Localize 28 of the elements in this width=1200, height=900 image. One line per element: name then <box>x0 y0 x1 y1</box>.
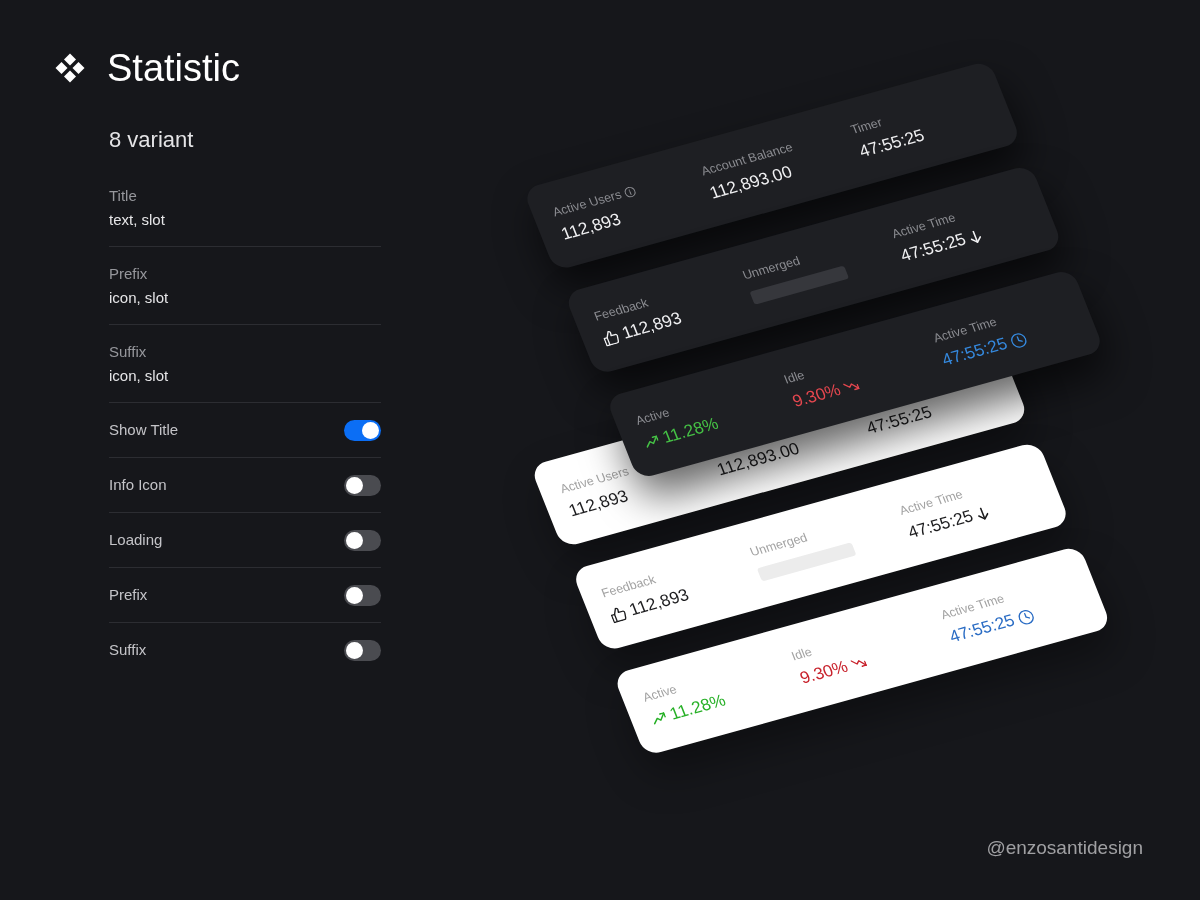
page-title: Statistic <box>107 46 241 91</box>
component-icon <box>55 53 85 83</box>
toggle-switch[interactable] <box>344 474 381 496</box>
toggle-label: Show Title <box>109 420 179 440</box>
toggle-label: Loading <box>109 530 163 550</box>
clock-icon <box>1008 331 1029 349</box>
author-handle: @enzosantidesign <box>986 836 1143 860</box>
toggle-switch[interactable] <box>344 529 381 551</box>
clock-icon <box>1016 607 1037 626</box>
property-value: icon, slot <box>109 288 169 308</box>
toggle-switch[interactable] <box>344 639 381 661</box>
info-icon <box>622 185 638 199</box>
toggle-label: Info Icon <box>109 475 167 495</box>
property-label: Title <box>109 186 137 206</box>
thumbs-up-icon <box>608 605 629 624</box>
stat-label: Idle <box>781 367 807 387</box>
variant-count: 8 variant <box>109 126 194 154</box>
arrow-down-icon <box>975 505 991 521</box>
toggle-label: Suffix <box>109 640 147 660</box>
toggle-label: Prefix <box>109 585 148 605</box>
toggle-switch[interactable] <box>344 584 381 606</box>
stat-label: Idle <box>788 643 814 664</box>
property-value: text, slot <box>109 210 165 230</box>
property-value: icon, slot <box>109 366 169 386</box>
property-label: Suffix <box>109 342 147 362</box>
stat-value: 47:55:25 <box>863 401 936 440</box>
toggle-switch[interactable] <box>344 419 381 441</box>
property-label: Prefix <box>109 264 148 284</box>
